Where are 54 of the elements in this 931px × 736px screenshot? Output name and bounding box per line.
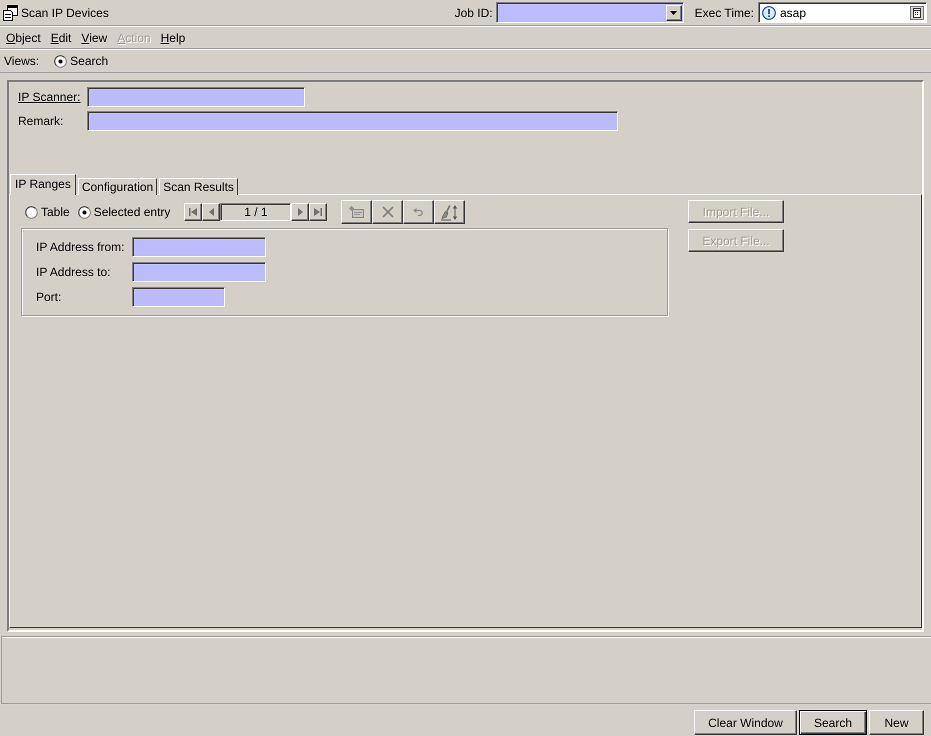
menu-item[interactable]: Help	[156, 30, 190, 46]
footer-button[interactable]: New	[869, 710, 924, 735]
dropdown-arrow-button[interactable]	[666, 5, 682, 21]
radio-button[interactable]	[78, 206, 91, 218]
field-link-label[interactable]: IP Scanner:	[18, 88, 80, 106]
sort-button[interactable]	[434, 200, 466, 224]
field-label: IP Address from:	[36, 240, 124, 254]
radio-label[interactable]: Selected entry	[94, 205, 170, 219]
triangle-left-icon	[208, 208, 214, 216]
radio-label[interactable]: Table	[41, 205, 70, 219]
triangle-right-icon	[298, 208, 303, 216]
first-page-button[interactable]	[184, 203, 202, 221]
skip-last-icon	[314, 208, 322, 216]
views-label: Views:	[4, 54, 40, 68]
brush-sort-icon	[440, 204, 459, 220]
skip-first-icon	[189, 208, 198, 216]
input-field[interactable]	[132, 262, 266, 282]
page-counter: 1 / 1	[220, 203, 292, 221]
last-page-button[interactable]	[309, 203, 328, 221]
radio-label[interactable]: Search	[70, 54, 108, 68]
footer-button[interactable]: Search	[799, 710, 867, 735]
window-title: Scan IP Devices	[21, 6, 109, 20]
field-label: Remark:	[18, 112, 64, 130]
input-field[interactable]	[132, 237, 266, 257]
tab[interactable]: Scan Results	[159, 178, 238, 195]
caret-down-icon	[670, 11, 678, 15]
undo-button[interactable]	[403, 200, 434, 224]
exec-time-label: Exec Time:	[694, 6, 754, 20]
exclamation-circle-icon	[762, 6, 776, 20]
delete-icon	[382, 206, 394, 218]
field-label: Port:	[36, 290, 62, 304]
footer-button[interactable]: Clear Window	[694, 710, 797, 735]
input-field[interactable]	[87, 87, 305, 107]
tab[interactable]: Configuration	[78, 178, 158, 195]
calendar-icon[interactable]	[910, 6, 924, 20]
radio-button[interactable]	[54, 54, 68, 68]
exec-time-field[interactable]: asap	[758, 2, 927, 23]
delete-button[interactable]	[372, 200, 404, 224]
job-id-label: Job ID:	[454, 6, 493, 20]
window-icon	[3, 4, 18, 20]
undo-icon	[413, 208, 424, 216]
input-field[interactable]	[87, 111, 618, 131]
next-page-button[interactable]	[291, 203, 310, 221]
job-id-dropdown[interactable]	[496, 2, 684, 23]
input-field[interactable]	[132, 287, 225, 307]
tab[interactable]: IP Ranges	[10, 174, 76, 195]
menu-item[interactable]: View	[76, 30, 112, 46]
previous-page-button[interactable]	[202, 203, 220, 221]
new-card-icon	[349, 206, 364, 218]
field-label: IP Address to:	[36, 265, 110, 279]
menu-item[interactable]: Edit	[46, 30, 76, 46]
new-entry-button[interactable]	[341, 200, 372, 224]
radio-button[interactable]	[25, 206, 38, 218]
menu-item[interactable]: Object	[1, 30, 46, 46]
